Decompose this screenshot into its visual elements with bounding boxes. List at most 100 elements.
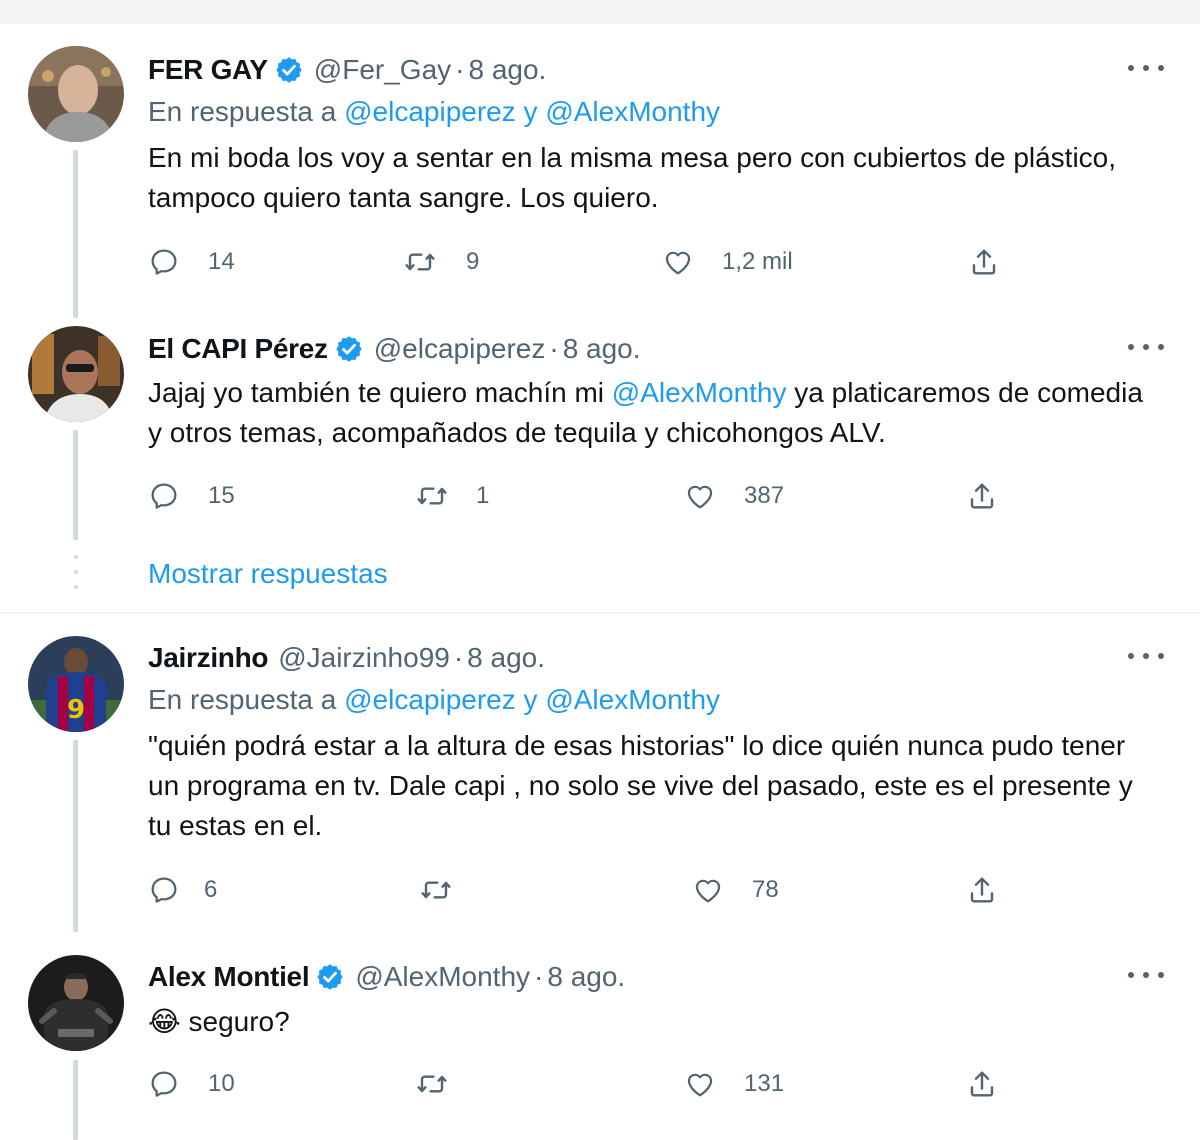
avatar[interactable]: 9 (28, 636, 124, 732)
display-name[interactable]: El CAPI Pérez (148, 333, 328, 365)
timestamp[interactable]: 8 ago. (467, 642, 545, 674)
thread-line (73, 740, 78, 932)
handle[interactable]: @Jairzinho99 (278, 642, 450, 674)
retweet-button[interactable]: 9 (404, 244, 479, 280)
tweet-header: FER GAY @Fer_Gay · 8 ago. (148, 50, 546, 90)
reply-icon (148, 1068, 180, 1100)
reply-icon (148, 246, 180, 278)
retweet-icon (416, 480, 448, 512)
mention-link[interactable]: @AlexMonthy (545, 684, 720, 715)
reply-count: 15 (208, 482, 235, 509)
thread-line (73, 1060, 78, 1140)
retweet-count: 9 (466, 248, 480, 275)
avatar[interactable] (28, 326, 124, 422)
thread-gap-dots (72, 555, 80, 589)
reply-count: 6 (204, 876, 218, 903)
heart-icon (684, 480, 716, 512)
like-button[interactable]: 78 (692, 872, 779, 908)
mention-link[interactable]: @AlexMonthy (612, 377, 787, 408)
avatar[interactable] (28, 46, 124, 142)
top-strip (0, 0, 1200, 24)
tweet-header: Alex Montiel @AlexMonthy · 8 ago. (148, 957, 625, 997)
like-button[interactable]: 131 (684, 1066, 784, 1102)
display-name[interactable]: Alex Montiel (148, 961, 310, 993)
reply-count: 10 (208, 1070, 235, 1097)
separator-dot: · (453, 642, 464, 673)
separator-dot: · (455, 54, 465, 85)
heart-icon (692, 874, 724, 906)
reply-button[interactable]: 6 (148, 872, 217, 908)
retweet-count: 1 (476, 482, 490, 509)
like-button[interactable]: 1,2 mil (662, 244, 793, 280)
more-icon[interactable] (1128, 963, 1164, 987)
thread-line (73, 150, 78, 318)
handle[interactable]: @elcapiperez (374, 333, 546, 365)
share-button[interactable] (968, 244, 1000, 280)
avatar[interactable] (28, 955, 124, 1051)
retweet-button[interactable] (416, 1066, 448, 1102)
like-count: 1,2 mil (722, 248, 793, 275)
timestamp[interactable]: 8 ago. (468, 54, 546, 86)
share-button[interactable] (966, 478, 998, 514)
reply-prefix: En respuesta a (148, 96, 345, 127)
reply-prefix: En respuesta a (148, 684, 345, 715)
share-icon (966, 1068, 998, 1100)
like-button[interactable]: 387 (684, 478, 784, 514)
share-button[interactable] (966, 1066, 998, 1102)
tweet-text: En mi boda los voy a sentar en la misma … (148, 142, 1117, 213)
retweet-icon (420, 874, 452, 906)
more-icon[interactable] (1128, 644, 1164, 668)
share-icon (968, 246, 1000, 278)
mention-link[interactable]: @AlexMonthy (545, 96, 720, 127)
more-icon[interactable] (1128, 335, 1164, 359)
reply-button[interactable]: 10 (148, 1066, 235, 1102)
divider (0, 612, 1200, 614)
reply-context: En respuesta a @elcapiperez y @AlexMonth… (148, 684, 720, 716)
reply-icon (148, 874, 180, 906)
separator-dot: · (534, 961, 544, 992)
tweet-text: Jajaj yo también te quiero machín mi @Al… (148, 373, 1148, 453)
like-count: 78 (752, 876, 779, 903)
tweet-text: 😂 seguro? (148, 1002, 1148, 1042)
retweet-button[interactable]: 1 (416, 478, 489, 514)
heart-icon (662, 246, 694, 278)
tweet-header: Jairzinho @Jairzinho99 · 8 ago. (148, 638, 545, 678)
timestamp[interactable]: 8 ago. (563, 333, 641, 365)
reply-context: En respuesta a @elcapiperez y @AlexMonth… (148, 96, 720, 128)
handle[interactable]: @AlexMonthy (355, 961, 530, 993)
timestamp[interactable]: 8 ago. (547, 961, 625, 993)
verified-badge-icon (315, 962, 345, 992)
share-button[interactable] (966, 872, 998, 908)
reply-button[interactable]: 14 (148, 244, 235, 280)
share-icon (966, 874, 998, 906)
verified-badge-icon (274, 55, 304, 85)
retweet-button[interactable] (420, 872, 452, 908)
more-icon[interactable] (1128, 56, 1164, 80)
show-replies-link[interactable]: Mostrar respuestas (148, 558, 388, 590)
reply-joiner: y (515, 96, 546, 127)
verified-badge-icon (334, 334, 364, 364)
thread-line (73, 430, 78, 540)
reply-button[interactable]: 15 (148, 478, 235, 514)
reply-count: 14 (208, 248, 235, 275)
reply-joiner: y (515, 684, 546, 715)
svg-text:9: 9 (67, 695, 85, 725)
display-name[interactable]: Jairzinho (148, 642, 269, 674)
display-name[interactable]: FER GAY (148, 54, 268, 86)
like-count: 131 (744, 1070, 785, 1097)
retweet-icon (416, 1068, 448, 1100)
like-count: 387 (744, 482, 785, 509)
text-segment: Jajaj yo también te quiero machín mi (148, 377, 612, 408)
text-segment: seguro? (180, 1006, 290, 1037)
handle[interactable]: @Fer_Gay (314, 54, 451, 86)
share-icon (966, 480, 998, 512)
reply-icon (148, 480, 180, 512)
mention-link[interactable]: @elcapiperez (344, 684, 516, 715)
retweet-icon (404, 246, 436, 278)
tweet-header: El CAPI Pérez @elcapiperez · 8 ago. (148, 329, 641, 369)
laughing-emoji-icon: 😂 (148, 1006, 181, 1037)
tweet-text: "quién podrá estar a la altura de esas h… (148, 730, 1133, 841)
separator-dot: · (549, 333, 559, 364)
heart-icon (684, 1068, 716, 1100)
mention-link[interactable]: @elcapiperez (344, 96, 516, 127)
